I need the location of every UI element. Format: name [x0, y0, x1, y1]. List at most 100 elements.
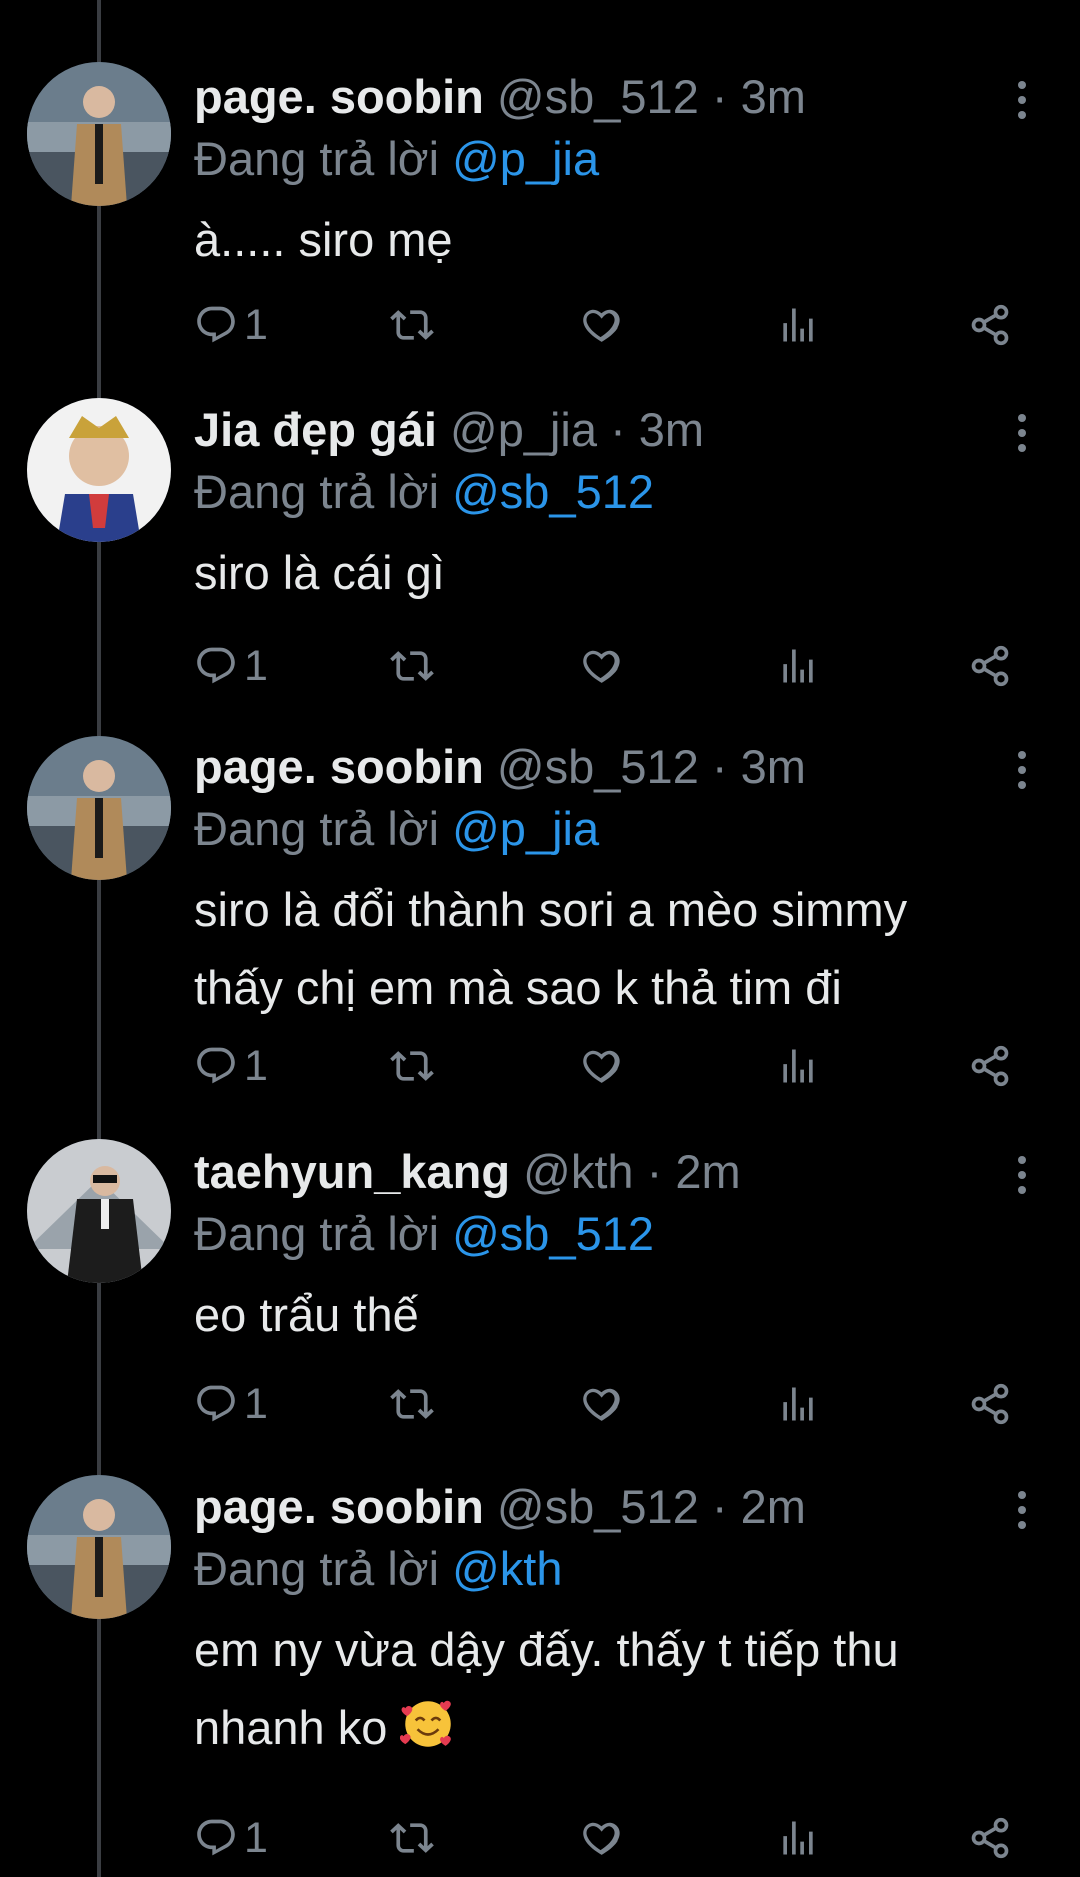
retweet-button[interactable] [390, 1806, 434, 1870]
more-options-icon[interactable] [1010, 1485, 1034, 1535]
author-handle[interactable]: @kth [523, 1145, 633, 1198]
views-button[interactable] [776, 634, 820, 698]
reply-count: 1 [244, 1379, 268, 1428]
views-button[interactable] [776, 293, 820, 357]
views-icon [783, 1387, 813, 1421]
share-icon [971, 645, 1009, 687]
mention-link[interactable]: @sb_512 [452, 1207, 654, 1260]
heart-icon [583, 1050, 620, 1083]
reply-icon [197, 306, 235, 343]
views-button[interactable] [776, 1806, 820, 1870]
more-options-icon[interactable] [1010, 408, 1034, 458]
action-bar: 1 [0, 1372, 1080, 1436]
replying-to: Đang trả lời @sb_512 [194, 462, 654, 522]
author-name[interactable]: taehyun_kang [194, 1145, 510, 1198]
share-icon [971, 304, 1009, 346]
more-options-icon[interactable] [1010, 75, 1034, 125]
avatar[interactable] [27, 62, 171, 206]
more-options-icon[interactable] [1010, 745, 1034, 795]
reply-button[interactable]: 1 [194, 1034, 268, 1098]
more-options-icon[interactable] [1010, 1150, 1034, 1200]
avatar[interactable] [27, 736, 171, 880]
reply-count: 1 [244, 300, 268, 349]
tweet-header: page. soobin @sb_512 · 2m [194, 1477, 806, 1537]
share-button[interactable] [968, 1806, 1012, 1870]
reply-button[interactable]: 1 [194, 1806, 268, 1870]
author-name[interactable]: page. soobin [194, 740, 484, 793]
timestamp[interactable]: 3m [639, 403, 704, 456]
reply-count: 1 [244, 1041, 268, 1090]
views-icon [783, 308, 813, 342]
separator-dot: · [646, 1145, 663, 1198]
heart-icon [583, 1822, 620, 1855]
tweet-text: siro là cái gì [194, 546, 445, 599]
reply-icon [197, 1385, 235, 1422]
views-button[interactable] [776, 1034, 820, 1098]
reply-button[interactable]: 1 [194, 634, 268, 698]
retweet-icon [390, 651, 434, 681]
tweet-text: eo trẩu thế [194, 1288, 419, 1341]
timestamp[interactable]: 2m [741, 1480, 806, 1533]
views-button[interactable] [776, 1372, 820, 1436]
author-name[interactable]: page. soobin [194, 70, 484, 123]
mention-link[interactable]: @p_jia [452, 802, 599, 855]
author-handle[interactable]: @p_jia [450, 403, 597, 456]
like-button[interactable] [580, 293, 624, 357]
separator-dot: · [711, 1480, 728, 1533]
author-handle[interactable]: @sb_512 [497, 740, 699, 793]
avatar[interactable] [27, 1139, 171, 1283]
action-bar: 1 [0, 1034, 1080, 1098]
tweet-header: page. soobin @sb_512 · 3m [194, 67, 806, 127]
retweet-button[interactable] [390, 1034, 434, 1098]
author-name[interactable]: page. soobin [194, 1480, 484, 1533]
action-bar: 1 [0, 293, 1080, 357]
retweet-button[interactable] [390, 1372, 434, 1436]
share-button[interactable] [968, 1372, 1012, 1436]
author-name[interactable]: Jia đẹp gái [194, 403, 437, 456]
heart-icon [583, 1388, 620, 1421]
reply-icon [197, 647, 235, 684]
replying-to: Đang trả lời @p_jia [194, 799, 599, 859]
mention-link[interactable]: @sb_512 [452, 465, 654, 518]
reply-count: 1 [244, 641, 268, 690]
share-icon [971, 1817, 1009, 1859]
replying-prefix: Đang trả lời [194, 465, 440, 518]
tweet-text: em ny vừa dậy đấy. thấy t tiếp thu nhanh… [194, 1611, 1044, 1767]
like-button[interactable] [580, 634, 624, 698]
reply-icon [197, 1819, 235, 1856]
mention-link[interactable]: @p_jia [452, 132, 599, 185]
retweet-button[interactable] [390, 634, 434, 698]
reply-button[interactable]: 1 [194, 293, 268, 357]
separator-dot: · [610, 403, 626, 456]
views-icon [783, 1049, 813, 1083]
tweet-text: à..... siro mẹ [194, 213, 453, 266]
share-icon [971, 1383, 1009, 1425]
tweet-header: taehyun_kang @kth · 2m [194, 1142, 741, 1202]
share-button[interactable] [968, 634, 1012, 698]
retweet-button[interactable] [390, 293, 434, 357]
timestamp[interactable]: 3m [741, 70, 806, 123]
avatar[interactable] [27, 398, 171, 542]
timestamp[interactable]: 3m [741, 740, 806, 793]
retweet-icon [390, 1823, 434, 1853]
separator-dot: · [711, 70, 728, 123]
smiling-face-with-hearts-emoji [400, 1700, 452, 1747]
author-handle[interactable]: @sb_512 [497, 70, 699, 123]
share-button[interactable] [968, 293, 1012, 357]
author-handle[interactable]: @sb_512 [497, 1480, 699, 1533]
replying-prefix: Đang trả lời [194, 132, 440, 185]
tweet-text: siro là đổi thành sori a mèo simmy thấy … [194, 883, 908, 1014]
like-button[interactable] [580, 1806, 624, 1870]
replying-to: Đang trả lời @kth [194, 1539, 563, 1599]
reply-button[interactable]: 1 [194, 1372, 268, 1436]
avatar[interactable] [27, 1475, 171, 1619]
separator-dot: · [711, 740, 728, 793]
like-button[interactable] [580, 1372, 624, 1436]
views-icon [783, 1821, 813, 1855]
share-button[interactable] [968, 1034, 1012, 1098]
reply-icon [197, 1047, 235, 1084]
replying-to: Đang trả lời @sb_512 [194, 1204, 654, 1264]
timestamp[interactable]: 2m [675, 1145, 740, 1198]
like-button[interactable] [580, 1034, 624, 1098]
mention-link[interactable]: @kth [452, 1542, 562, 1595]
